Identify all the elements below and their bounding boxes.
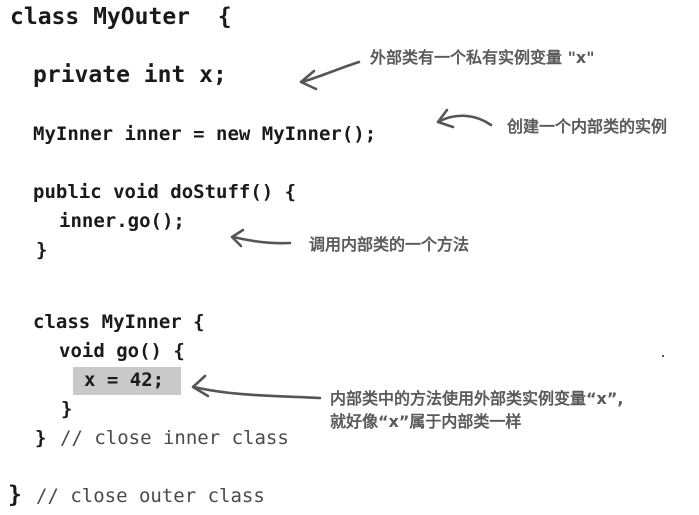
- arrow-to-inner-instance: [438, 114, 493, 127]
- annotation-arrows: [191, 60, 493, 400]
- diagram-canvas: class MyOuter { private int x; MyInner i…: [0, 0, 699, 515]
- arrowhead-assignment: [191, 374, 210, 398]
- stray-dot: [662, 355, 664, 357]
- arrow-to-inner-go: [231, 235, 292, 245]
- arrow-to-private-field: [300, 60, 361, 84]
- arrow-to-assignment: [192, 385, 322, 400]
